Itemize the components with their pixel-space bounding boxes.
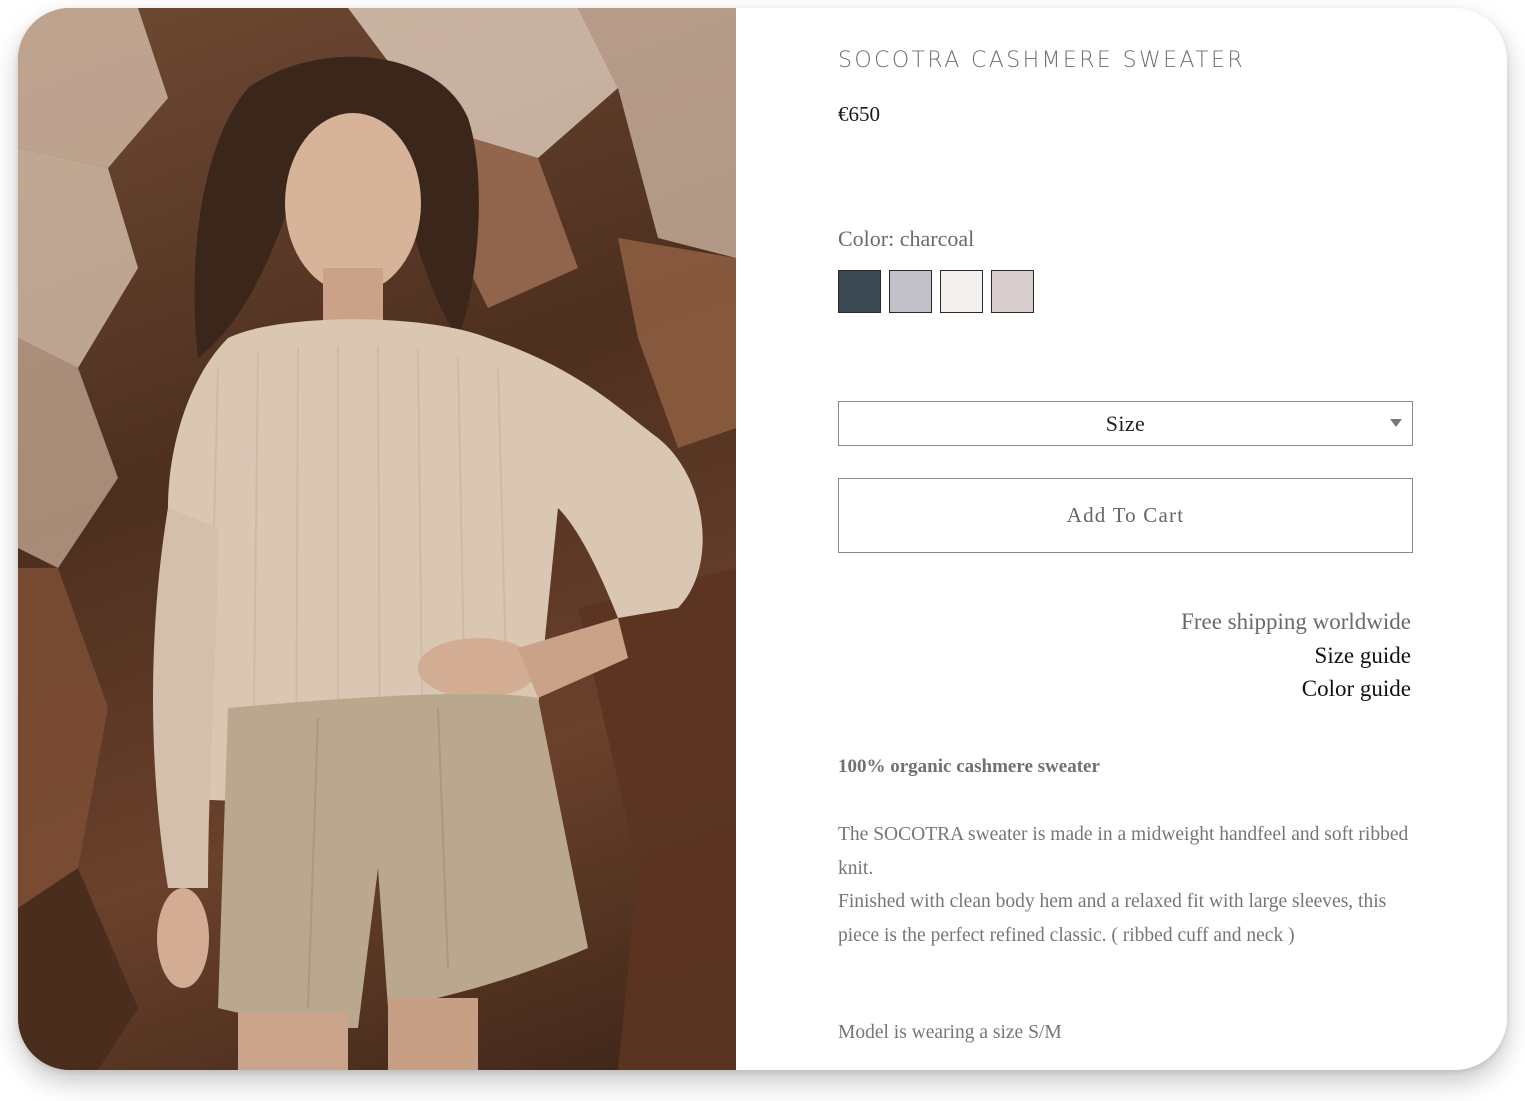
description-paragraph: Finished with clean body hem and a relax… <box>838 891 1387 946</box>
product-details: SOCOTRA CASHMERE SWEATER €650 Color: cha… <box>838 8 1414 1070</box>
color-value: charcoal <box>899 226 975 251</box>
model-size-note: Model is wearing a size S/M <box>838 1022 1062 1043</box>
add-to-cart-label: Add To Cart <box>1066 503 1185 527</box>
size-select[interactable]: Size <box>838 401 1413 446</box>
swatch-off-white[interactable] <box>940 270 983 313</box>
add-to-cart-button[interactable]: Add To Cart <box>838 478 1413 553</box>
size-guide-link[interactable]: Size guide <box>1181 639 1411 673</box>
chevron-down-icon <box>1390 419 1402 427</box>
product-title: SOCOTRA CASHMERE SWEATER <box>838 48 1246 73</box>
description-heading: 100% organic cashmere sweater <box>838 756 1100 777</box>
product-photo[interactable] <box>18 8 736 1070</box>
description-paragraph: The SOCOTRA sweater is made in a midweig… <box>838 824 1409 879</box>
info-links: Free shipping worldwide Size guide Color… <box>1181 605 1411 706</box>
swatch-light-grey[interactable] <box>889 270 932 313</box>
color-label: Color: <box>838 226 895 251</box>
size-select-label: Size <box>1105 411 1146 436</box>
swatch-pale-mauve[interactable] <box>991 270 1034 313</box>
swatch-charcoal[interactable] <box>838 270 881 313</box>
product-description: The SOCOTRA sweater is made in a midweig… <box>838 818 1416 952</box>
color-guide-link[interactable]: Color guide <box>1181 672 1411 706</box>
color-swatches <box>838 270 1034 313</box>
product-price: €650 <box>838 102 880 126</box>
selected-color: Color: charcoal <box>838 226 974 252</box>
product-card: SOCOTRA CASHMERE SWEATER €650 Color: cha… <box>18 8 1507 1070</box>
free-shipping-text: Free shipping worldwide <box>1181 609 1411 634</box>
model-photo-illustration <box>18 8 736 1070</box>
